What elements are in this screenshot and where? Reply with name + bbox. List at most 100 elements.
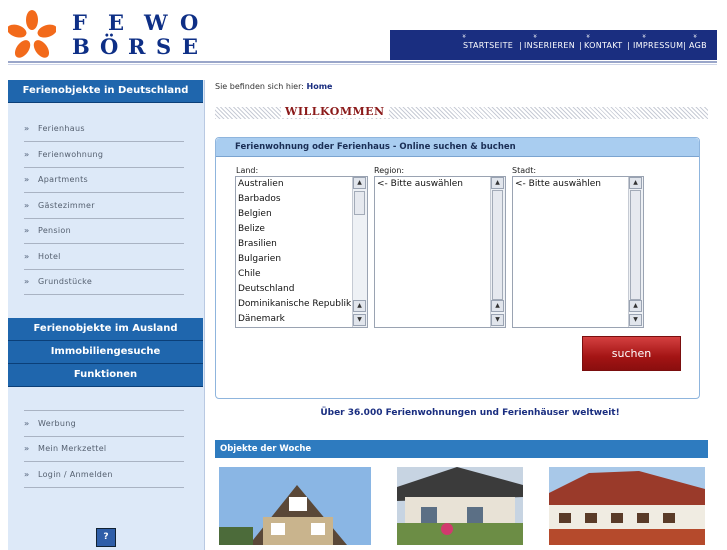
object-photo-house-2[interactable] (397, 467, 523, 545)
suchen-button[interactable]: suchen (582, 336, 681, 371)
sidebar-header-immobiliengesuche[interactable]: Immobiliengesuche (8, 341, 203, 364)
sidebar-item-hotel[interactable]: » Hotel (24, 244, 184, 270)
double-chevron-right-icon: » (24, 124, 30, 133)
chevron-down-icon: » (460, 33, 469, 39)
nav-separator: | (579, 41, 582, 50)
land-option[interactable]: Belgien (236, 207, 367, 222)
welcome-heading: WILLKOMMEN (281, 105, 389, 118)
land-option[interactable]: Dänemark (236, 312, 367, 327)
logo-letter: Ö (100, 34, 119, 59)
help-icon[interactable]: ? (96, 528, 116, 547)
nav-impressum[interactable]: IMPRESSUM (633, 41, 683, 50)
sidebar-item-ferienhaus[interactable]: » Ferienhaus (24, 116, 184, 142)
nav-inserieren[interactable]: INSERIEREN (524, 41, 575, 50)
scroll-up-icon[interactable]: ▲ (491, 300, 504, 312)
sidebar-item-label: Login / Anmelden (38, 470, 113, 479)
double-chevron-right-icon: » (24, 277, 30, 286)
search-panel-title: Ferienwohnung oder Ferienhaus - Online s… (216, 138, 699, 157)
scroll-up-icon[interactable]: ▲ (629, 177, 642, 189)
double-chevron-right-icon: » (24, 201, 30, 210)
scroll-down-icon[interactable]: ▼ (353, 314, 366, 326)
double-chevron-right-icon: » (24, 419, 30, 428)
land-option[interactable]: Brasilien (236, 237, 367, 252)
land-option[interactable]: Dominikanische Republik (236, 297, 367, 312)
logo-text-line2[interactable]: B Ö R S E (72, 34, 202, 59)
sidebar-item-login[interactable]: » Login / Anmelden (24, 462, 184, 488)
sidebar-item-label: Werbung (38, 419, 77, 428)
sidebar-item-merkzettel[interactable]: » Mein Merkzettel (24, 436, 184, 462)
stadt-label: Stadt: (512, 166, 537, 175)
sidebar-item-label: Ferienwohnung (38, 150, 104, 159)
region-label: Region: (374, 166, 405, 175)
scroll-down-icon[interactable]: ▼ (629, 314, 642, 326)
object-photo-house-3[interactable] (549, 467, 705, 545)
scroll-up-icon[interactable]: ▲ (491, 177, 504, 189)
scroll-thumb[interactable] (492, 190, 503, 300)
header-divider (8, 61, 717, 63)
nav-agb[interactable]: AGB (689, 41, 707, 50)
scroll-up-icon[interactable]: ▲ (629, 300, 642, 312)
land-option[interactable]: Belize (236, 222, 367, 237)
land-option[interactable]: Australien (236, 177, 367, 192)
region-option[interactable]: <- Bitte auswählen (375, 177, 505, 192)
sidebar-item-label: Mein Merkzettel (38, 444, 107, 453)
nav-separator: | (519, 41, 522, 50)
scroll-down-icon[interactable]: ▼ (491, 314, 504, 326)
sidebar-item-label: Pension (38, 226, 71, 235)
sidebar-item-label: Grundstücke (38, 277, 93, 286)
logo-letter: E (108, 10, 125, 35)
region-scrollbar[interactable]: ▲ ▲ ▼ (490, 177, 505, 327)
scroll-up-icon[interactable]: ▲ (353, 300, 366, 312)
sidebar-header-deutschland[interactable]: Ferienobjekte in Deutschland (8, 80, 203, 103)
sidebar-header-funktionen[interactable]: Funktionen (8, 364, 203, 387)
land-select[interactable]: Australien Barbados Belgien Belize Brasi… (235, 176, 368, 328)
sidebar-item-label: Gästezimmer (38, 201, 95, 210)
double-chevron-right-icon: » (24, 444, 30, 453)
scroll-up-icon[interactable]: ▲ (353, 177, 366, 189)
logo-letter: F (72, 10, 87, 35)
nav-separator: | (627, 41, 630, 50)
stadt-select[interactable]: <- Bitte auswählen ▲ ▲ ▼ (512, 176, 644, 328)
nav-separator: | (683, 41, 686, 50)
stadt-scrollbar[interactable]: ▲ ▲ ▼ (628, 177, 643, 327)
sidebar-item-ferienwohnung[interactable]: » Ferienwohnung (24, 142, 184, 168)
sidebar: Ferienobjekte in Deutschland » Ferienhau… (8, 80, 205, 550)
double-chevron-right-icon: » (24, 175, 30, 184)
region-select[interactable]: <- Bitte auswählen ▲ ▲ ▼ (374, 176, 506, 328)
sidebar-item-label: Apartments (38, 175, 88, 184)
logo-text-line1[interactable]: F E W O (72, 10, 202, 35)
sidebar-header-ausland[interactable]: Ferienobjekte im Ausland (8, 318, 203, 341)
logo-letter: R (128, 34, 146, 59)
chevron-down-icon: » (640, 33, 649, 39)
nav-kontakt[interactable]: KONTAKT (584, 41, 622, 50)
search-panel-title-text: Ferienwohnung oder Ferienhaus - Online s… (235, 142, 516, 152)
sidebar-item-apartments[interactable]: » Apartments (24, 167, 184, 193)
sidebar-item-label: Hotel (38, 252, 61, 261)
land-option[interactable]: Chile (236, 267, 367, 282)
object-photo-house-1[interactable] (219, 467, 371, 545)
logo-letter: S (156, 34, 172, 59)
land-option[interactable]: Deutschland (236, 282, 367, 297)
logo-letter: E (182, 34, 199, 59)
stadt-option[interactable]: <- Bitte auswählen (513, 177, 643, 192)
breadcrumb-home-link[interactable]: Home (307, 82, 333, 91)
land-option[interactable]: Bulgarien (236, 252, 367, 267)
logo-star-icon[interactable] (7, 10, 57, 62)
breadcrumb: Sie befinden sich hier: Home (215, 82, 332, 91)
scroll-thumb[interactable] (354, 191, 365, 215)
logo-letter: B (72, 34, 90, 59)
scroll-thumb[interactable] (630, 190, 641, 300)
sidebar-item-werbung[interactable]: » Werbung (24, 411, 184, 437)
objects-of-week-header: Objekte der Woche (215, 440, 708, 458)
chevron-down-icon: » (691, 33, 700, 39)
sidebar-item-gaestezimmer[interactable]: » Gästezimmer (24, 193, 184, 219)
land-scrollbar[interactable]: ▲ ▲ ▼ (352, 177, 367, 327)
double-chevron-right-icon: » (24, 226, 30, 235)
nav-startseite[interactable]: STARTSEITE (463, 41, 513, 50)
top-navigation: » STARTSEITE | » INSERIEREN | » KONTAKT … (390, 30, 717, 60)
land-option[interactable]: Barbados (236, 192, 367, 207)
sidebar-item-grundstuecke[interactable]: » Grundstücke (24, 269, 184, 295)
header-divider (8, 64, 717, 65)
logo-letter: W (144, 10, 168, 35)
sidebar-item-pension[interactable]: » Pension (24, 218, 184, 244)
